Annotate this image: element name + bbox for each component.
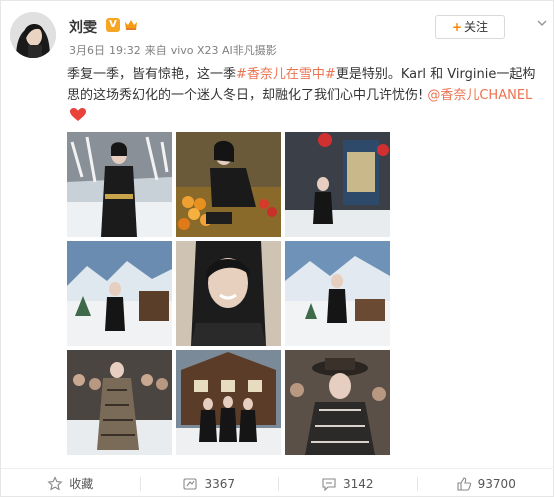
repost-icon (183, 477, 198, 490)
mention-link[interactable]: @香奈儿CHANEL (427, 88, 532, 103)
photo-8[interactable] (176, 350, 281, 455)
vip-crown-icon (125, 20, 137, 30)
plus-icon: + (451, 20, 463, 34)
photo-3[interactable] (285, 132, 390, 237)
chevron-down-icon[interactable] (536, 17, 548, 29)
photo-9[interactable] (285, 350, 390, 455)
photo-6[interactable] (285, 241, 390, 346)
photo-5[interactable] (176, 241, 281, 346)
comment-icon (322, 477, 336, 491)
star-icon (47, 475, 63, 491)
post-source[interactable]: vivo X23 AI非凡摄影 (171, 44, 277, 57)
verified-icon: V (106, 18, 120, 32)
photo-7[interactable] (67, 350, 172, 455)
photo-gallery (67, 132, 391, 456)
photo-4[interactable] (67, 241, 172, 346)
post-date[interactable]: 3月6日 (69, 44, 105, 57)
action-bar: 收藏 3367 3142 93700 (1, 468, 554, 497)
follow-label: 关注 (464, 20, 489, 34)
favorite-button[interactable]: 收藏 (1, 469, 140, 497)
source-prefix: 来自 (144, 44, 167, 57)
post-text-part1: 季复一季，皆有惊艳，这一季 (67, 67, 237, 82)
topic-link[interactable]: #香奈儿在雪中# (236, 67, 336, 82)
heart-icon (70, 108, 86, 121)
avatar[interactable] (10, 12, 56, 58)
comment-button[interactable]: 3142 (278, 469, 417, 497)
favorite-label: 收藏 (69, 477, 94, 491)
like-count: 93700 (477, 476, 516, 491)
repost-count: 3367 (204, 476, 236, 491)
post-text: 季复一季，皆有惊艳，这一季#香奈儿在雪中#更是特别。Karl 和 Virgini… (67, 64, 541, 127)
photo-1[interactable] (67, 132, 172, 237)
like-button[interactable]: 93700 (416, 469, 554, 497)
avatar-image (10, 12, 56, 58)
photo-2[interactable] (176, 132, 281, 237)
post-time[interactable]: 19:32 (109, 44, 141, 57)
weibo-post-card: 刘雯 V + 关注 3月6日 19:32 来自 vivo X23 AI非凡摄影 季复一季… (0, 0, 554, 497)
follow-button[interactable]: + 关注 (435, 15, 505, 39)
post-meta: 3月6日 19:32 来自 vivo X23 AI非凡摄影 (69, 42, 281, 58)
author-name[interactable]: 刘雯 (69, 17, 97, 37)
thumbs-up-icon (457, 476, 471, 491)
repost-button[interactable]: 3367 (139, 469, 279, 497)
comment-count: 3142 (342, 476, 374, 491)
